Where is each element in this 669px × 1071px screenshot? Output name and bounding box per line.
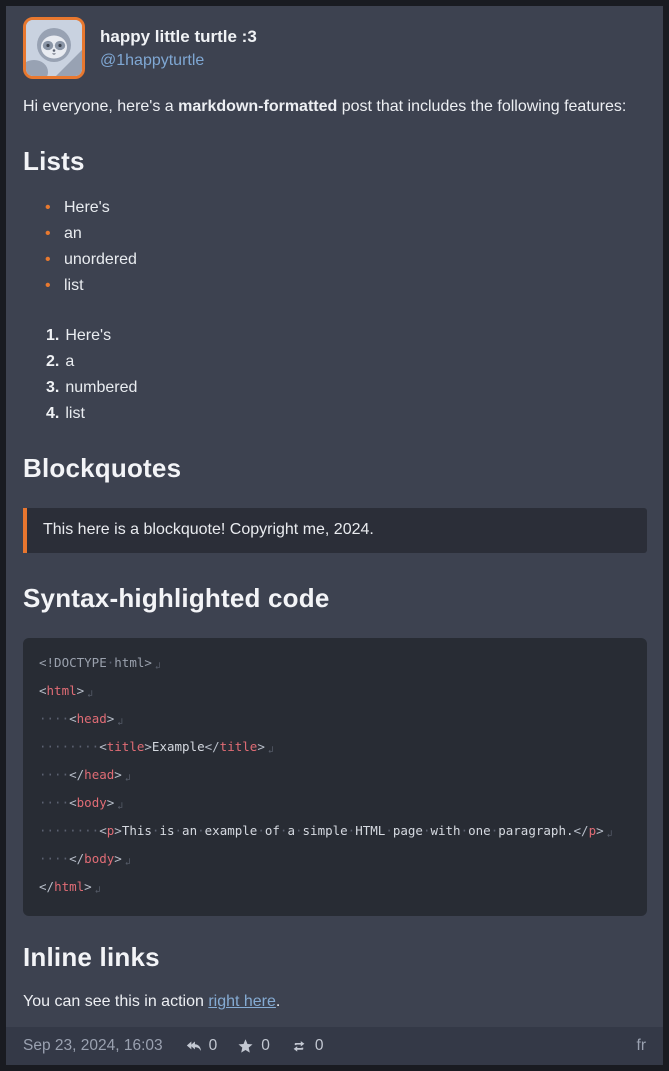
list-item: 4.list <box>46 401 647 427</box>
list-item: an <box>45 221 647 247</box>
blockquote: This here is a blockquote! Copyright me,… <box>23 508 647 553</box>
unordered-list: Here'sanunorderedlist <box>23 195 647 299</box>
right-here-link[interactable]: right here <box>208 993 276 1010</box>
intro-bold-text: markdown-formatted <box>178 98 337 115</box>
avatar[interactable] <box>23 17 85 79</box>
favourite-button[interactable]: 0 <box>237 1037 270 1055</box>
boost-icon <box>290 1038 308 1055</box>
post-content: happy little turtle :3 @1happyturtle Hi … <box>6 6 663 1027</box>
author-handle[interactable]: @1happyturtle <box>100 52 257 70</box>
author-names: happy little turtle :3 @1happyturtle <box>100 17 257 79</box>
sloth-avatar-image <box>26 20 82 76</box>
code-line: <!DOCTYPE·html>↲ <box>39 655 161 670</box>
favourite-count: 0 <box>261 1037 270 1055</box>
intro-text-after: post that includes the following feature… <box>337 98 626 115</box>
code-line: ········<title>Example</title>↲ <box>39 739 274 754</box>
reply-count: 0 <box>209 1037 218 1055</box>
code-block: <!DOCTYPE·html>↲ <html>↲ ····<head>↲ ···… <box>23 638 647 916</box>
code-line: ····<head>↲ <box>39 711 123 726</box>
inline-links-heading: Inline links <box>23 942 647 973</box>
links-text-after: . <box>276 993 280 1010</box>
lists-heading: Lists <box>23 146 647 177</box>
list-item: 3.numbered <box>46 375 647 401</box>
code-line: ····</head>↲ <box>39 767 131 782</box>
reply-button[interactable]: 0 <box>185 1037 218 1055</box>
links-paragraph: You can see this in action right here. <box>23 989 647 1015</box>
ordered-list: 1.Here's2.a3.numbered4.list <box>23 323 647 427</box>
list-item: 1.Here's <box>46 323 647 349</box>
star-icon <box>237 1038 254 1055</box>
list-item: 2.a <box>46 349 647 375</box>
code-line: ····</body>↲ <box>39 851 131 866</box>
blockquotes-heading: Blockquotes <box>23 453 647 484</box>
intro-text: Hi everyone, here's a <box>23 98 178 115</box>
boost-count: 0 <box>315 1037 324 1055</box>
code-line: </html>↲ <box>39 879 101 894</box>
links-text: You can see this in action <box>23 993 208 1010</box>
code-line: <html>↲ <box>39 683 93 698</box>
boost-button[interactable]: 0 <box>290 1037 324 1055</box>
post-header: happy little turtle :3 @1happyturtle <box>23 17 647 79</box>
post-footer: Sep 23, 2024, 16:03 0 0 0 fr <box>6 1027 663 1065</box>
code-heading: Syntax-highlighted code <box>23 583 647 614</box>
list-item: list <box>45 273 647 299</box>
intro-paragraph: Hi everyone, here's a markdown-formatted… <box>23 94 647 120</box>
blockquote-text: This here is a blockquote! Copyright me,… <box>43 520 631 541</box>
display-name: happy little turtle :3 <box>100 27 257 47</box>
timestamp: Sep 23, 2024, 16:03 <box>23 1037 163 1055</box>
code-line: ····<body>↲ <box>39 795 123 810</box>
list-item: unordered <box>45 247 647 273</box>
code-line: ········<p>This·is·an·example·of·a·simpl… <box>39 823 613 838</box>
language-tag: fr <box>637 1037 646 1055</box>
list-item: Here's <box>45 195 647 221</box>
post-card: happy little turtle :3 @1happyturtle Hi … <box>0 0 669 1071</box>
reply-all-icon <box>185 1038 202 1055</box>
